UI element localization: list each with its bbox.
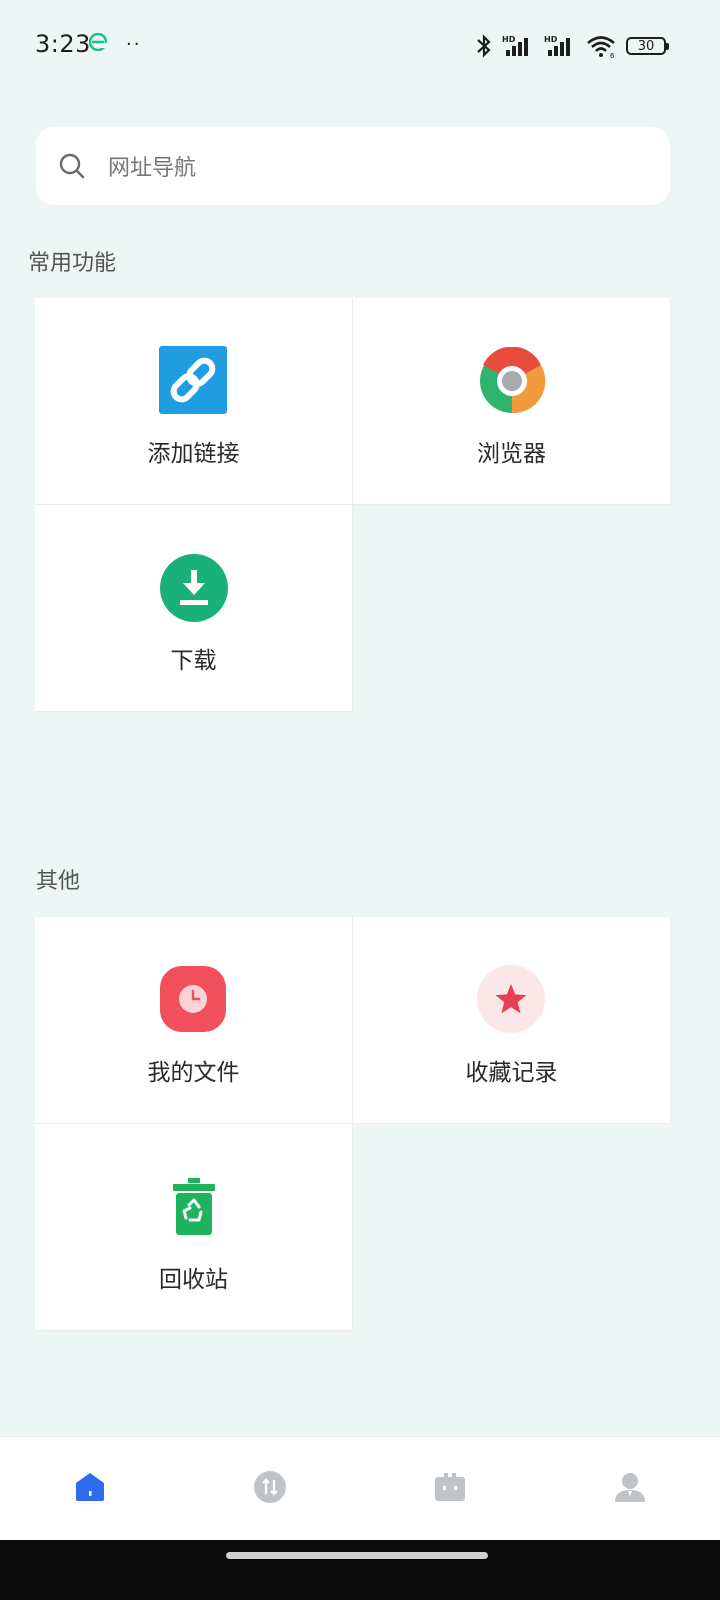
status-time: 3:23	[35, 30, 91, 58]
browser-icon	[477, 346, 547, 416]
bluetooth-icon	[474, 34, 494, 58]
search-icon	[58, 152, 86, 180]
nav-toolbox[interactable]	[420, 1459, 480, 1519]
profile-icon	[613, 1470, 647, 1508]
recycle-bin-icon	[159, 1172, 229, 1242]
my-files-label: 我的文件	[147, 1060, 240, 1086]
signal-hd-icon-2: HD	[544, 34, 578, 58]
gesture-bar	[0, 1540, 720, 1600]
nav-home[interactable]	[60, 1459, 120, 1519]
link-icon	[158, 346, 229, 416]
status-dots: ··	[126, 34, 142, 55]
other-grid: 我的文件 收藏记录 回收站	[35, 917, 671, 1331]
section-title-common: 常用功能	[28, 251, 117, 276]
search-placeholder: 网址导航	[108, 156, 197, 181]
download-icon	[159, 553, 229, 623]
signal-hd-icon-1: HD	[502, 34, 536, 58]
home-gesture-handle[interactable]	[226, 1552, 488, 1559]
status-icons: HD HD 6 30	[474, 30, 669, 62]
transfer-icon	[253, 1470, 287, 1508]
favorites-button[interactable]: 收藏记录	[353, 917, 671, 1124]
nav-transfer[interactable]	[240, 1459, 300, 1519]
download-label: 下载	[170, 648, 217, 674]
recycle-bin-button[interactable]: 回收站	[35, 1124, 353, 1331]
download-button[interactable]: 下载	[35, 505, 353, 712]
svg-text:HD: HD	[544, 35, 558, 44]
bottom-navigation	[0, 1436, 720, 1541]
svg-text:HD: HD	[502, 35, 516, 44]
status-bar: 3:23 ·· HD HD 6 30	[0, 0, 720, 92]
common-features-grid: 添加链接 浏览器 下载	[35, 298, 671, 712]
recycle-bin-label: 回收站	[159, 1267, 228, 1293]
home-icon	[73, 1470, 107, 1508]
star-icon	[476, 965, 547, 1035]
favorites-label: 收藏记录	[465, 1060, 558, 1086]
section-title-other: 其他	[36, 869, 81, 894]
browser-notification-icon	[88, 32, 108, 52]
toolbox-icon	[433, 1470, 467, 1508]
wifi-icon: 6	[586, 34, 618, 58]
add-link-button[interactable]: 添加链接	[35, 298, 353, 505]
nav-profile[interactable]	[600, 1459, 660, 1519]
browser-label: 浏览器	[477, 441, 546, 467]
search-input[interactable]: 网址导航	[36, 127, 670, 205]
my-files-button[interactable]: 我的文件	[35, 917, 353, 1124]
add-link-label: 添加链接	[147, 441, 240, 467]
browser-button[interactable]: 浏览器	[353, 298, 671, 505]
clock-icon	[159, 965, 229, 1035]
battery-icon: 30	[626, 37, 669, 55]
svg-text:6: 6	[610, 52, 615, 58]
